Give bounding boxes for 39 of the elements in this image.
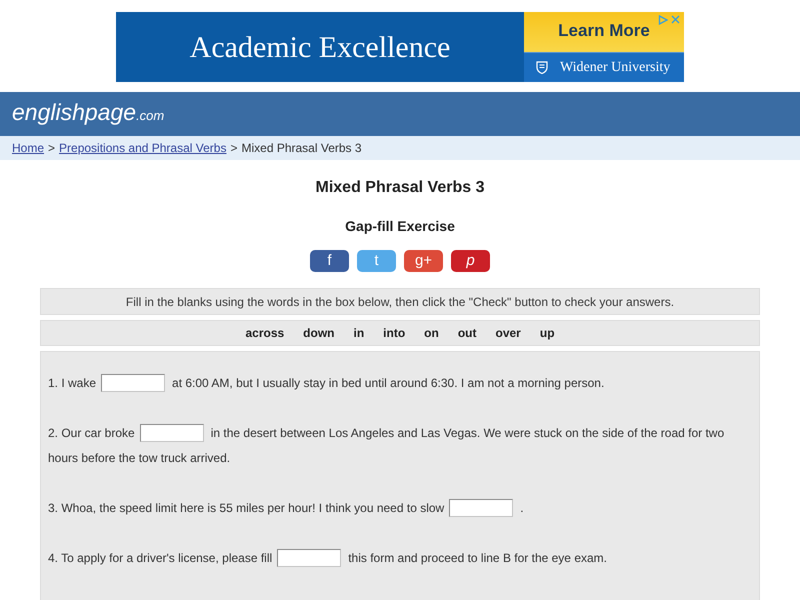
share-button[interactable]: f [310, 250, 349, 272]
word-bank-word: on [424, 326, 439, 340]
answer-field[interactable] [101, 374, 166, 392]
word-bank-word: over [496, 326, 521, 340]
question-text: 2. Our car broke [48, 426, 135, 440]
word-bank-word: down [303, 326, 334, 340]
close-icon[interactable] [671, 15, 680, 24]
breadcrumb-link[interactable]: Home [12, 141, 44, 155]
triangle-icon[interactable] [658, 15, 668, 25]
shield-icon [536, 61, 548, 74]
question-text: hours before the tow truck arrived. [48, 450, 230, 464]
question-text: in the desert between Los Angeles and Las Vegas. We were stuck on the side of the road for two [210, 426, 724, 440]
breadcrumb-separator: > [48, 141, 56, 155]
share-button[interactable]: g+ [404, 250, 443, 272]
question-text: 1. I wake [48, 376, 96, 390]
question-text: at 6:00 AM, but I usually stay in bed until around 6:30. I am not a morning person. [172, 376, 604, 390]
ad-headline: Academic Excellence [190, 30, 450, 66]
exercise-subtitle: Gap-fill Exercise [345, 217, 455, 235]
question-text: 4. To apply for a driver's license, please fill [48, 550, 272, 564]
question-text: this form and proceed to line B for the eye exam. [348, 550, 607, 564]
breadcrumb-separator: > [230, 141, 238, 155]
share-button[interactable]: p [451, 250, 490, 272]
breadcrumb-link[interactable]: Prepositions and Phrasal Verbs [59, 141, 226, 155]
breadcrumb-current: Mixed Phrasal Verbs 3 [241, 141, 362, 155]
answer-field[interactable] [449, 498, 514, 516]
site-logo[interactable]: englishpage.com [12, 98, 164, 126]
word-bank-word: across [245, 326, 284, 340]
learn-more-button[interactable]: Learn More [524, 12, 684, 52]
answer-field[interactable] [277, 548, 342, 566]
word-bank-word: in [354, 326, 364, 340]
question-text: . [520, 500, 524, 514]
word-bank-word: into [383, 326, 406, 340]
sponsor-name: Widener University [560, 60, 670, 76]
word-bank-word: out [458, 326, 476, 340]
page-title: Mixed Phrasal Verbs 3 [316, 178, 484, 198]
answer-field[interactable] [140, 424, 204, 442]
word-bank-word: up [540, 326, 555, 340]
question-text: 3. Whoa, the speed limit here is 55 miles per hour! I think you need to slow [48, 500, 444, 514]
instructions-text: Fill in the blanks using the words in the box below, then click the "Check" button to check your answers. [126, 294, 674, 308]
